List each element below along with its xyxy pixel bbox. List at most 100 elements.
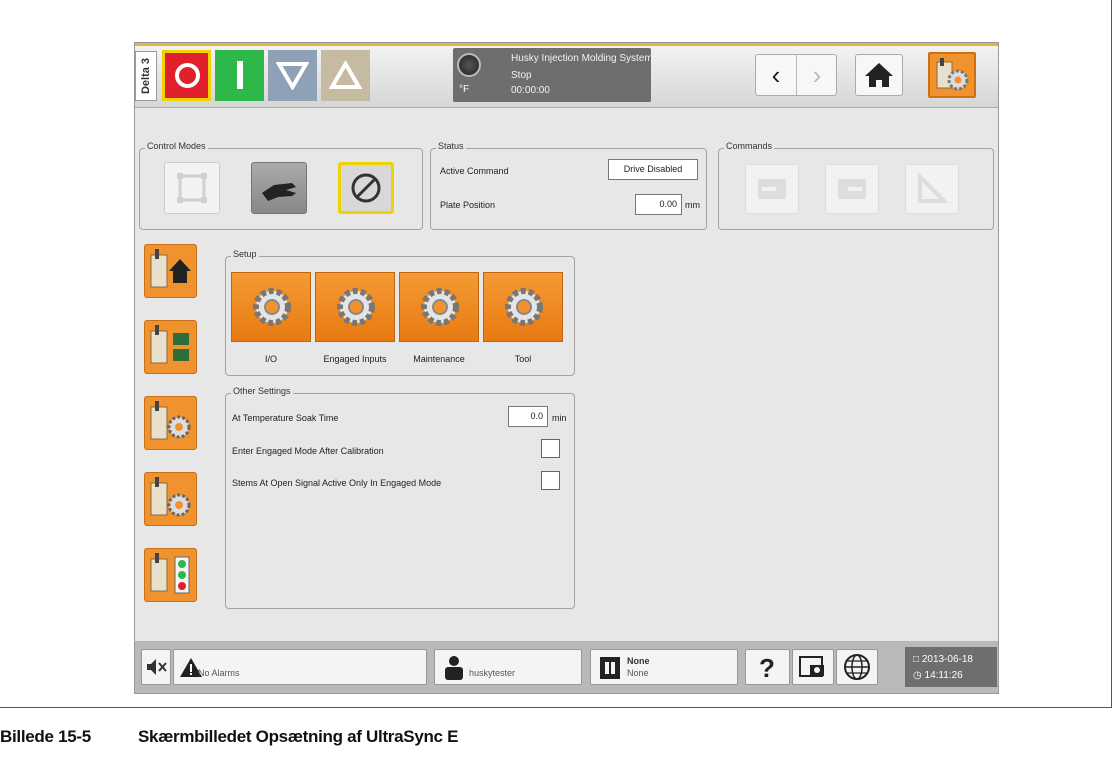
top-bar: Delta 3 °F Husky Injection Molding Syste… [135,43,998,108]
hot-runner-status-lights-icon [150,553,190,594]
control-modes-group: Control Modes [139,141,423,230]
time-value: 14:11:26 [924,670,963,681]
commands-legend: Commands [724,141,775,151]
date-row: □ 2013-06-18 [913,654,973,665]
machine-state: Stop [511,70,532,81]
io-label: I/O [264,354,277,364]
manual-mode-button[interactable] [251,162,307,214]
prohibit-icon [351,173,381,203]
gear-icon [253,288,291,326]
user-button[interactable]: huskytester [434,649,582,685]
figure-number: Billede 15-5 [0,727,91,746]
screen-capture-icon [799,656,824,677]
active-command-label: Active Command [440,166,509,176]
io-button[interactable] [231,272,311,342]
sidenav-zones-button[interactable] [144,320,197,374]
hot-runner-home-icon [150,249,191,288]
alarms-button[interactable]: No Alarms [173,649,427,685]
start-button[interactable] [215,50,264,101]
navigation-group: ‹ › [755,54,837,96]
back-button[interactable]: ‹ [756,55,797,95]
bottom-bar: No Alarms huskytester None None ? □ 2013… [135,641,998,693]
tool-button[interactable] [483,272,563,342]
plate-position-label: Plate Position [440,200,496,210]
triangle-down-icon [276,62,309,90]
unit-selector[interactable]: Delta 3 [135,51,157,101]
commands-group: Commands [718,141,994,230]
engaged-inputs-button[interactable] [315,272,395,342]
temperature-knob-icon [457,53,481,77]
soak-time-input[interactable]: 0.0 [508,406,548,427]
svg-text:?: ? [759,653,775,683]
speaker-mute-icon [147,659,167,675]
advance-command-button[interactable] [825,164,879,214]
maintenance-button[interactable] [399,272,479,342]
question-mark-icon: ? [759,653,775,683]
auto-mode-button[interactable] [164,162,220,214]
language-button[interactable] [836,649,878,685]
cycle-timer: 00:00:00 [511,85,550,96]
home-button[interactable] [855,54,903,96]
stems-open-signal-label: Stems At Open Signal Active Only In Enga… [232,478,442,488]
gear-icon [337,288,375,326]
advance-icon [838,179,866,199]
other-settings-legend: Other Settings [231,386,293,396]
help-button[interactable]: ? [745,649,790,685]
stop-icon [175,63,200,88]
retract-icon [758,179,786,199]
figure-title: Skærmbilledet Opsætning af UltraSync E [138,727,459,746]
mold-icon [600,657,620,679]
mute-button[interactable] [141,649,171,685]
setup-legend: Setup [231,249,259,259]
hot-runner-gear-icon [936,58,969,91]
hot-runner-zones-icon [150,325,189,364]
globe-icon [844,654,870,680]
company-name: Husky Injection Molding Systems [511,53,658,64]
temperature-unit: °F [459,84,470,95]
hot-runner-setup-icon [150,477,191,517]
stems-open-signal-checkbox[interactable] [541,471,560,490]
user-icon [445,656,463,680]
gear-icon [421,288,459,326]
set-square-icon [918,172,949,203]
time-row: ◷ 14:11:26 [913,670,963,681]
stop-button[interactable] [162,50,211,101]
other-settings-group: Other Settings At Temperature Soak Time … [225,386,575,609]
square-frame-icon [177,173,207,203]
active-command-value: Drive Disabled [608,159,698,180]
plate-position-value: 0.00 [635,194,682,215]
disabled-mode-button[interactable] [338,162,394,214]
sidenav-setup-button[interactable] [144,472,197,526]
clock-icon: ◷ [913,670,922,681]
machine-status-panel: °F Husky Injection Molding Systems Stop … [453,48,658,102]
mold-name: None [627,656,650,666]
engaged-after-calibration-checkbox[interactable] [541,439,560,458]
temperature-indicator[interactable]: °F [453,48,489,102]
date-time-display: □ 2013-06-18 ◷ 14:11:26 [905,647,997,687]
forward-button[interactable]: › [797,55,837,95]
setup-group: Setup I/O Engaged Inputs Maintenance Too… [225,249,575,376]
mold-button[interactable]: None None [590,649,738,685]
sidenav-settings-button[interactable] [144,396,197,450]
control-modes-legend: Control Modes [145,141,208,151]
retract-command-button[interactable] [745,164,799,214]
unit-label: Delta 3 [140,57,153,95]
increase-button[interactable] [321,50,370,101]
sidenav-home-button[interactable] [144,244,197,298]
screenshot-button[interactable] [792,649,834,685]
calendar-icon: □ [913,654,920,665]
gear-icon [505,288,543,326]
setup-screen-button[interactable] [928,52,976,98]
chevron-right-icon: › [812,59,822,90]
alarms-status: No Alarms [198,668,240,678]
calibrate-command-button[interactable] [905,164,959,214]
start-icon [237,61,243,89]
triangle-up-icon [329,60,362,89]
tool-label: Tool [514,354,532,364]
hot-runner-gear-icon [150,401,191,440]
plate-position-unit: mm [685,200,700,210]
warning-triangle-icon [180,658,202,677]
decrease-button[interactable] [268,50,317,101]
sidenav-diagnostics-button[interactable] [144,548,197,602]
top-accent-line [135,43,998,46]
